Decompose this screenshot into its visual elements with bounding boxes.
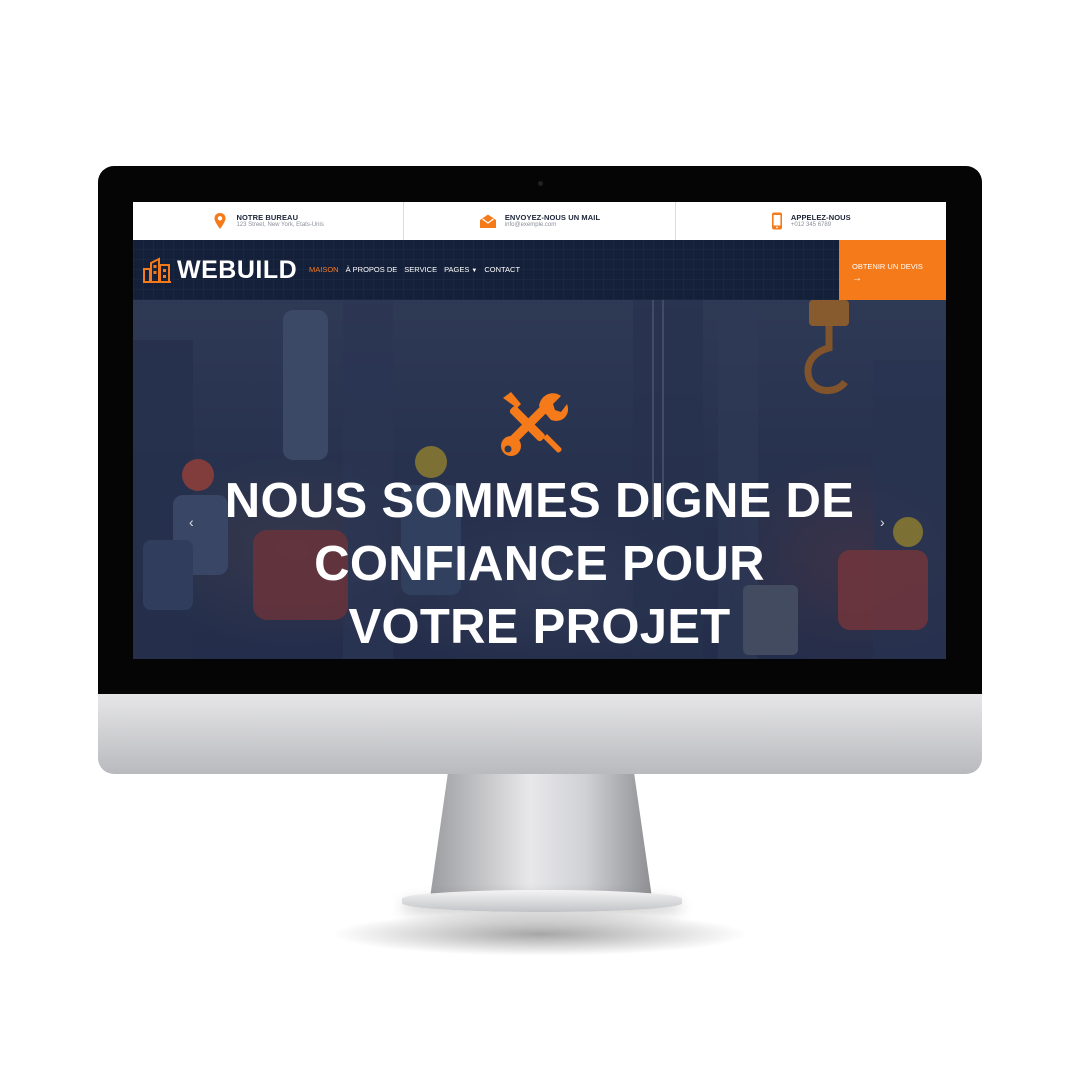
- stand-shadow: [330, 912, 750, 956]
- mobile-phone-icon: [771, 212, 782, 230]
- info-email: ENVOYEZ-NOUS UN MAIL info@exemple.com: [404, 202, 676, 240]
- nav-item-contact[interactable]: CONTACT: [484, 264, 520, 277]
- slider-next-arrow-icon[interactable]: ›: [880, 514, 885, 530]
- camera-icon: [538, 181, 543, 186]
- contact-info-bar: NOTRE BUREAU 123 Street, New York, Etats…: [133, 202, 946, 240]
- get-quote-button[interactable]: OBTENIR UN DEVIS →: [839, 240, 946, 300]
- nav-menu: MAISON À PROPOS DE SERVICE PAGES ▼ CONTAC…: [309, 264, 520, 277]
- hero-title: NOUS SOMMES DIGNE DE CONFIANCE POUR VOTR…: [224, 474, 855, 654]
- map-marker-icon: [214, 213, 226, 229]
- caret-down-icon: ▼: [471, 268, 478, 274]
- hero-slider: NOUS SOMMES DIGNE DE CONFIANCE POUR VOTR…: [133, 300, 946, 659]
- website-screen: NOTRE BUREAU 123 Street, New York, Etats…: [133, 202, 946, 659]
- nav-item-pages-wrap[interactable]: PAGES ▼: [444, 264, 477, 277]
- info-phone-title: APPELEZ-NOUS: [790, 212, 851, 222]
- get-quote-label: OBTENIR UN DEVIS: [852, 262, 923, 271]
- slider-prev-arrow-icon[interactable]: ‹: [189, 514, 194, 530]
- info-phone: APPELEZ-NOUS +012 345 6789: [676, 202, 946, 240]
- site-logo[interactable]: WEBUILD: [177, 256, 297, 284]
- info-email-title: ENVOYEZ-NOUS UN MAIL: [504, 212, 601, 222]
- info-office-title: NOTRE BUREAU: [236, 212, 299, 222]
- main-navbar: WEBUILD MAISON À PROPOS DE SERVICE PAGES…: [133, 240, 946, 300]
- arrow-right-icon: →: [852, 273, 862, 284]
- nav-item-maison[interactable]: MAISON: [309, 264, 339, 277]
- monitor-chin: [98, 694, 982, 774]
- envelope-open-icon: [479, 214, 496, 228]
- tools-icon: [501, 392, 569, 456]
- monitor-stand-base: [402, 890, 682, 912]
- nav-item-service[interactable]: SERVICE: [404, 264, 437, 277]
- info-office-address: 123 Street, New York, Etats-Unis: [236, 221, 324, 228]
- nav-item-a-propos[interactable]: À PROPOS DE: [346, 264, 398, 277]
- info-office: NOTRE BUREAU 123 Street, New York, Etats…: [133, 202, 405, 240]
- nav-item-pages[interactable]: PAGES: [444, 265, 469, 274]
- info-phone-number[interactable]: +012 345 6789: [791, 222, 851, 230]
- info-email-address[interactable]: info@exemple.com: [505, 222, 600, 230]
- monitor-stand: [430, 774, 652, 898]
- building-logo-icon[interactable]: [143, 255, 171, 283]
